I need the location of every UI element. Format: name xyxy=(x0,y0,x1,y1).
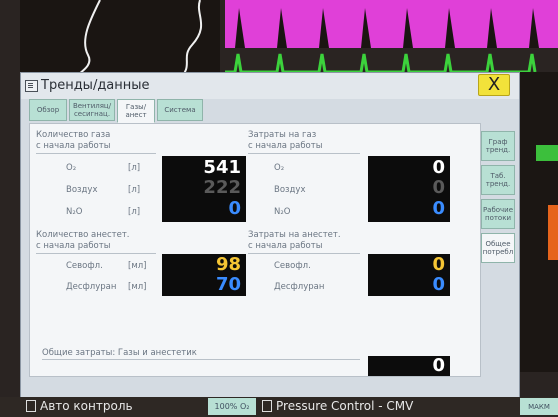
anesthetic-quantity-title-line1: Количество анестет. xyxy=(36,230,130,240)
gas-o2-unit: [л] xyxy=(128,163,141,173)
gas-n2o-value: 0 xyxy=(228,198,241,219)
auto-control-label: Авто контроль xyxy=(40,399,133,413)
cost-n2o-value: 0 xyxy=(432,198,445,219)
sevo-value: 98 xyxy=(215,254,241,275)
cost-air-value: 0 xyxy=(432,177,445,198)
tab-gases-anesthesia[interactable]: Газы/ анест xyxy=(117,99,155,123)
dialog-title: Тренды/данные xyxy=(25,78,150,93)
o2-100-button[interactable]: 100% O₂ xyxy=(208,398,256,415)
green-waveform xyxy=(225,53,537,74)
control-icon xyxy=(26,400,36,412)
gas-air-value: 222 xyxy=(203,177,241,198)
close-button[interactable]: X xyxy=(478,74,510,96)
tab-overview[interactable]: Обзор xyxy=(29,99,67,121)
trends-data-dialog: Тренды/данные X Обзор Вентиляц/ сесигнац… xyxy=(20,72,520,399)
anesthetic-quantity-title: Количество анестет. с начала работы xyxy=(36,230,129,252)
gas-quantity-values: 541 222 0 xyxy=(162,156,246,222)
gas-air-unit: [л] xyxy=(128,185,141,195)
gas-cost-title: Затраты на газ с начала работы xyxy=(248,130,322,152)
gas-quantity-title: Количество газа с начала работы xyxy=(36,130,110,152)
gas-air-label: Воздух xyxy=(66,185,98,195)
anesthetic-cost-values: 0 0 xyxy=(368,254,450,296)
total-cost-value: 0 xyxy=(432,355,445,376)
sevo-unit: [мл] xyxy=(128,261,147,271)
divider xyxy=(42,359,360,360)
cost-sevo-label: Севофл. xyxy=(274,261,311,271)
cost-o2-label: O₂ xyxy=(274,163,285,173)
anesthetic-quantity-values: 98 70 xyxy=(162,254,246,296)
gas-o2-value: 541 xyxy=(203,157,241,178)
gas-n2o-unit: [л] xyxy=(128,207,141,217)
divider xyxy=(248,253,360,254)
auto-control[interactable]: Авто контроль xyxy=(26,399,133,413)
green-indicator xyxy=(536,145,558,161)
cost-desflurane-value: 0 xyxy=(432,274,445,295)
ventilation-mode[interactable]: Pressure Control - CMV xyxy=(262,399,413,413)
desflurane-label: Десфлуран xyxy=(66,282,117,292)
white-waveform xyxy=(71,0,203,80)
sevo-label: Севофл. xyxy=(66,261,103,271)
pink-waveform xyxy=(225,8,558,48)
anesthetic-cost-title-line1: Затраты на анестет. xyxy=(248,230,341,240)
graph-trend-button[interactable]: Граф тренд. xyxy=(481,131,515,161)
gas-cost-title-line1: Затраты на газ xyxy=(248,130,317,140)
gas-quantity-title-line2: с начала работы xyxy=(36,141,111,151)
cost-desflurane-label: Десфлуран xyxy=(274,282,325,292)
dialog-title-text: Тренды/данные xyxy=(41,78,150,93)
total-cost-label: Общие затраты: Газы и анестетик xyxy=(42,348,197,358)
desflurane-unit: [мл] xyxy=(128,282,147,292)
workflows-button[interactable]: Рабочие потоки xyxy=(481,199,515,229)
gas-o2-label: O₂ xyxy=(66,163,77,173)
dialog-header: Тренды/данные X xyxy=(21,73,519,99)
gas-cost-values: 0 0 0 xyxy=(368,156,450,222)
cost-o2-value: 0 xyxy=(432,157,445,178)
mode-icon xyxy=(262,400,272,412)
total-cost-box: 0 xyxy=(368,356,450,376)
cost-sevo-value: 0 xyxy=(432,254,445,275)
list-icon xyxy=(25,79,38,92)
mac-button[interactable]: МАКМ xyxy=(520,398,558,415)
table-trend-button[interactable]: Таб. тренд. xyxy=(481,165,515,195)
divider xyxy=(36,153,156,154)
tab-bar: Обзор Вентиляц/ сесигнац. Газы/ анест Си… xyxy=(29,99,203,123)
gas-n2o-label: N₂O xyxy=(66,207,83,217)
desflurane-value: 70 xyxy=(215,274,241,295)
cost-n2o-label: N₂O xyxy=(274,207,291,217)
anesthetic-cost-title: Затраты на анестет. с начала работы xyxy=(248,230,341,252)
tab-ventilation[interactable]: Вентиляц/ сесигнац. xyxy=(69,99,115,121)
gas-quantity-title-line1: Количество газа xyxy=(36,130,111,140)
ventilation-mode-label: Pressure Control - CMV xyxy=(276,399,414,413)
divider xyxy=(248,153,360,154)
tab-system[interactable]: Система xyxy=(157,99,203,121)
gas-cost-title-line2: с начала работы xyxy=(248,141,323,151)
gases-panel: Количество газа с начала работы O₂ [л] В… xyxy=(29,123,481,377)
total-consumption-button[interactable]: Общее потребл xyxy=(481,233,515,263)
cost-air-label: Воздух xyxy=(274,185,306,195)
status-bar: Авто контроль 100% O₂ Pressure Control -… xyxy=(0,397,558,417)
anesthetic-cost-title-line2: с начала работы xyxy=(248,241,323,251)
divider xyxy=(36,253,156,254)
orange-indicator xyxy=(548,205,558,260)
anesthetic-quantity-title-line2: с начала работы xyxy=(36,241,111,251)
